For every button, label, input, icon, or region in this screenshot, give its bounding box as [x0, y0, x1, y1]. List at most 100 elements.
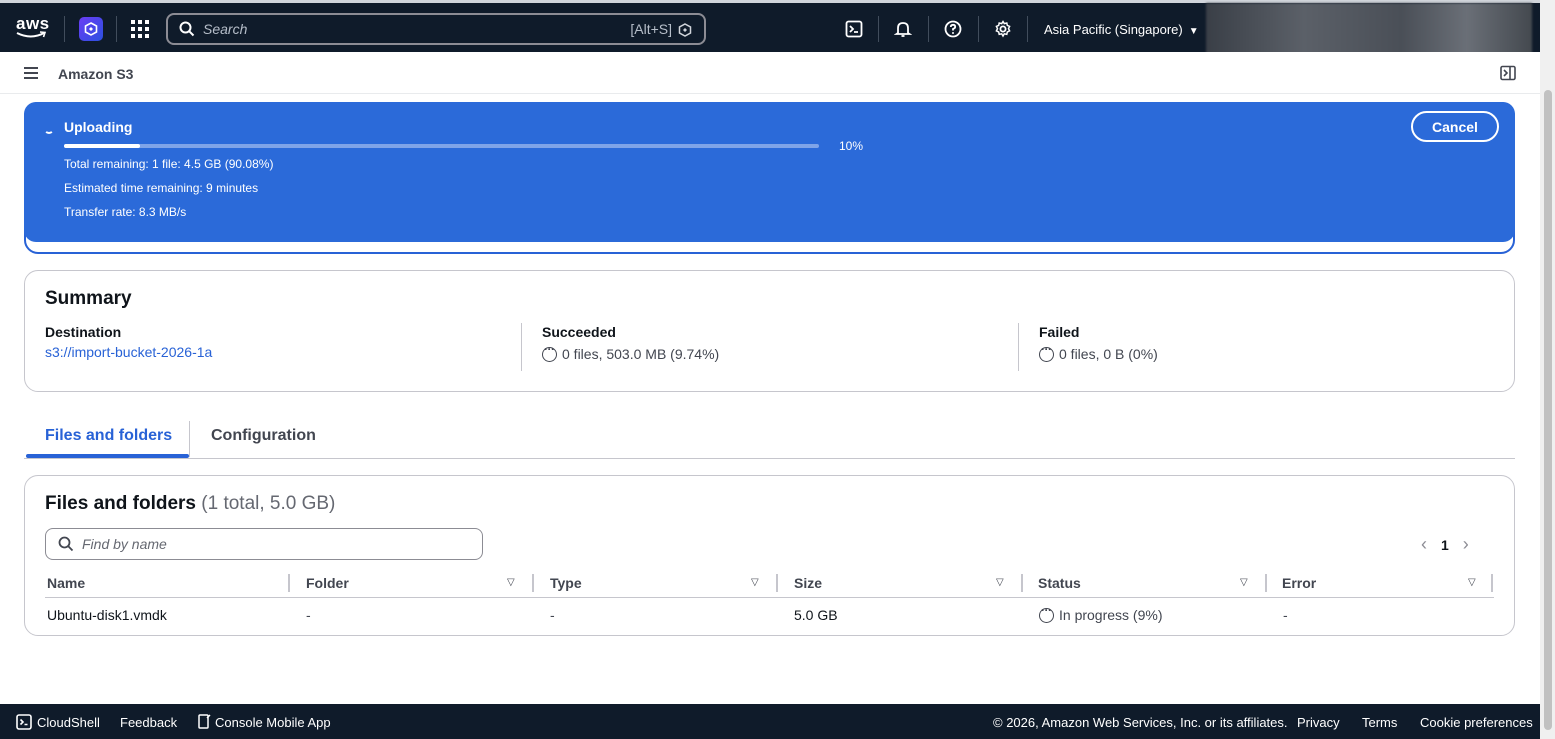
- footer-feedback-link[interactable]: Feedback: [120, 715, 177, 730]
- cloudshell-icon[interactable]: [845, 20, 863, 38]
- help-icon[interactable]: [944, 20, 962, 38]
- search-icon: [179, 21, 195, 37]
- total-remaining: Total remaining: 1 file: 4.5 GB (90.08%): [64, 157, 274, 171]
- service-title: Amazon S3: [58, 66, 134, 82]
- hamburger-menu-icon[interactable]: [24, 67, 38, 79]
- cell-status-text: In progress (9%): [1059, 607, 1163, 623]
- tab-files-and-folders[interactable]: Files and folders: [45, 427, 172, 445]
- search-input[interactable]: [203, 21, 603, 37]
- column-divider: [1018, 323, 1019, 371]
- cell-size: 5.0 GB: [794, 607, 838, 623]
- services-menu-icon[interactable]: [131, 20, 149, 38]
- sort-caret-icon[interactable]: ▽: [1468, 577, 1476, 588]
- succeeded-section: Succeeded 0 files, 503.0 MB (9.74%): [542, 324, 719, 372]
- cell-type: -: [550, 607, 555, 623]
- find-by-name-input[interactable]: [82, 536, 462, 552]
- footer-cloudshell-link[interactable]: CloudShell: [37, 715, 100, 730]
- side-panel-icon[interactable]: [1500, 65, 1516, 81]
- global-search[interactable]: [Alt+S]: [166, 13, 706, 45]
- find-by-name-field[interactable]: [45, 528, 483, 560]
- column-resizer[interactable]: [1491, 574, 1493, 592]
- nav-divider: [64, 16, 65, 42]
- cell-status: In progress (9%): [1039, 603, 1163, 623]
- column-header-error[interactable]: Error: [1282, 575, 1316, 591]
- summary-title: Summary: [45, 288, 132, 309]
- column-resizer[interactable]: [288, 574, 290, 592]
- succeeded-value: 0 files, 503.0 MB (9.74%): [562, 346, 720, 362]
- console-footer: CloudShell Feedback Console Mobile App ©…: [0, 704, 1540, 739]
- column-header-name[interactable]: Name: [47, 575, 85, 591]
- files-title-text: Files and folders: [45, 493, 196, 514]
- in-progress-icon: [542, 342, 557, 362]
- aws-logo[interactable]: aws: [16, 15, 50, 41]
- in-progress-icon: [1039, 603, 1054, 623]
- cell-folder: -: [306, 607, 311, 623]
- footer-terms-link[interactable]: Terms: [1362, 715, 1397, 730]
- mobile-app-icon: [198, 714, 211, 729]
- upload-progress-bar: [64, 144, 819, 148]
- upload-flashbar: Uploading 10% Total remaining: 1 file: 4…: [24, 102, 1515, 242]
- column-header-size[interactable]: Size: [794, 575, 822, 591]
- in-progress-icon: [1039, 342, 1054, 362]
- tab-list: Files and folders Configuration: [24, 420, 1515, 459]
- files-count: (1 total, 5.0 GB): [201, 493, 336, 514]
- region-label: Asia Pacific (Singapore): [1044, 22, 1183, 37]
- cloudshell-icon[interactable]: [16, 714, 32, 730]
- upload-title: Uploading: [64, 119, 133, 135]
- top-navigation: aws [Alt+S] Asia Pacific (Singapore) ▼: [0, 0, 1540, 55]
- amazon-q-icon[interactable]: [79, 17, 103, 41]
- table-header-divider: [45, 597, 1494, 598]
- transfer-rate: Transfer rate: 8.3 MB/s: [64, 205, 187, 219]
- failed-value: 0 files, 0 B (0%): [1059, 346, 1158, 362]
- column-header-folder[interactable]: Folder: [306, 575, 349, 591]
- destination-label: Destination: [45, 324, 122, 340]
- aws-smile-icon: [16, 31, 46, 38]
- destination-section: Destination s3://import-bucket-2026-1a: [45, 324, 212, 372]
- cell-error: -: [1283, 607, 1288, 623]
- column-header-type[interactable]: Type: [550, 575, 582, 591]
- column-resizer[interactable]: [1021, 574, 1023, 592]
- footer-mobile-app-link[interactable]: Console Mobile App: [215, 715, 331, 730]
- upload-progress-fill: [64, 144, 140, 148]
- tab-configuration[interactable]: Configuration: [211, 427, 316, 445]
- service-header: Amazon S3: [0, 52, 1540, 94]
- search-icon: [58, 536, 74, 552]
- sort-caret-icon[interactable]: ▽: [507, 577, 515, 588]
- summary-container: Summary Destination s3://import-bucket-2…: [24, 270, 1515, 392]
- notifications-bell-icon[interactable]: [894, 20, 912, 38]
- failed-section: Failed 0 files, 0 B (0%): [1039, 324, 1158, 372]
- account-menu-redacted[interactable]: [1206, 3, 1532, 55]
- nav-divider: [928, 16, 929, 42]
- scrollbar-thumb[interactable]: [1544, 90, 1552, 730]
- destination-link[interactable]: s3://import-bucket-2026-1a: [45, 344, 212, 360]
- q-shortcut-icon: [678, 23, 692, 37]
- caret-down-icon: ▼: [1188, 26, 1199, 37]
- column-header-status[interactable]: Status: [1038, 575, 1081, 591]
- footer-privacy-link[interactable]: Privacy: [1297, 715, 1340, 730]
- succeeded-label: Succeeded: [542, 324, 616, 340]
- files-title: Files and folders (1 total, 5.0 GB): [45, 493, 335, 515]
- files-table-container: Files and folders (1 total, 5.0 GB) ‹ 1 …: [24, 475, 1515, 636]
- active-tab-indicator: [26, 454, 189, 458]
- sort-caret-icon[interactable]: ▽: [996, 577, 1004, 588]
- chevron-left-icon[interactable]: ‹: [1421, 534, 1427, 555]
- settings-gear-icon[interactable]: [994, 20, 1012, 38]
- nav-divider: [978, 16, 979, 42]
- column-resizer[interactable]: [1265, 574, 1267, 592]
- chevron-right-icon[interactable]: ›: [1463, 534, 1469, 555]
- sort-caret-icon[interactable]: ▽: [751, 577, 759, 588]
- region-selector[interactable]: Asia Pacific (Singapore) ▼: [1044, 22, 1199, 37]
- footer-cookie-link[interactable]: Cookie preferences: [1420, 715, 1533, 730]
- failed-label: Failed: [1039, 324, 1080, 340]
- tab-divider: [189, 421, 190, 457]
- cancel-button[interactable]: Cancel: [1411, 111, 1499, 142]
- column-divider: [521, 323, 522, 371]
- column-resizer[interactable]: [532, 574, 534, 592]
- column-resizer[interactable]: [776, 574, 778, 592]
- sort-caret-icon[interactable]: ▽: [1240, 577, 1248, 588]
- pagination: ‹ 1 ›: [1421, 534, 1469, 555]
- page-number[interactable]: 1: [1441, 537, 1449, 553]
- footer-copyright: © 2026, Amazon Web Services, Inc. or its…: [993, 715, 1288, 730]
- time-remaining: Estimated time remaining: 9 minutes: [64, 181, 259, 195]
- upload-percent: 10%: [839, 139, 864, 153]
